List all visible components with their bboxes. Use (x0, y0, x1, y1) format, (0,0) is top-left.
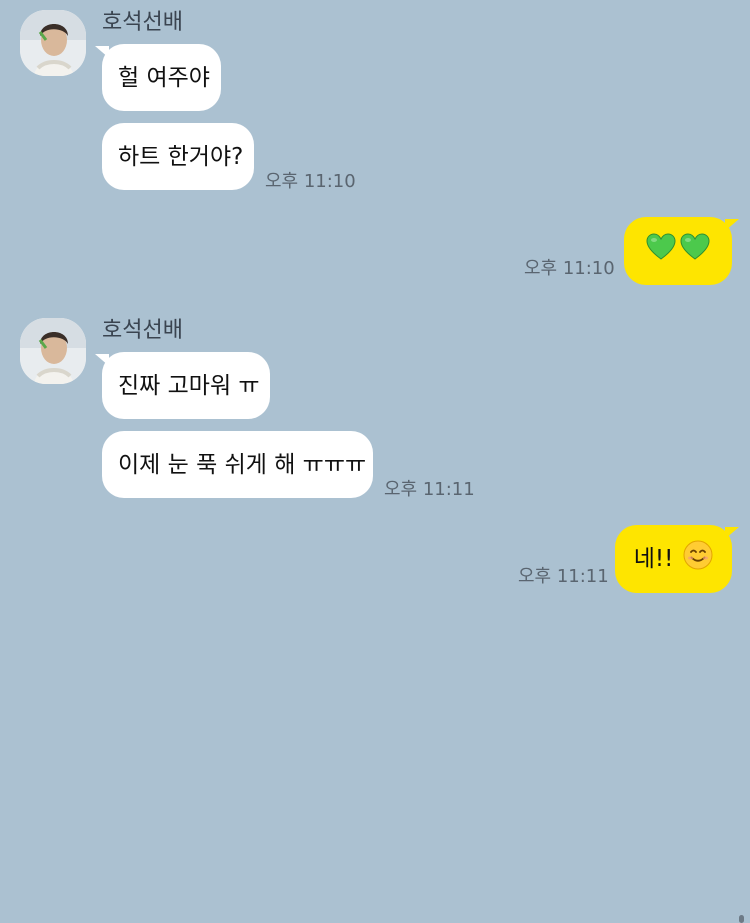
message-text: 하트 한거야? (118, 143, 244, 170)
message-timestamp: 오후 11:11 (518, 566, 609, 587)
scrollbar-thumb[interactable] (739, 915, 744, 923)
green-heart-icon (680, 233, 710, 269)
avatar[interactable] (20, 10, 86, 76)
message-timestamp: 오후 11:10 (524, 258, 615, 279)
avatar[interactable] (20, 318, 86, 384)
message-bubble[interactable]: 이제 눈 푹 쉬게 해 ㅠㅠㅠ (102, 431, 373, 498)
message-timestamp: 오후 11:10 (265, 171, 356, 192)
green-heart-icon (646, 233, 676, 269)
message-timestamp: 오후 11:11 (384, 479, 475, 500)
message-bubble[interactable]: 헐 여주야 (95, 44, 221, 111)
message-text: 이제 눈 푹 쉬게 해 ㅠㅠㅠ (118, 451, 367, 478)
message-bubble[interactable]: 네!! (615, 525, 739, 593)
smiling-face-icon (683, 540, 713, 578)
message-text: 헐 여주야 (118, 64, 210, 91)
message-text: 진짜 고마워 ㅠ (118, 372, 260, 399)
message-bubble[interactable]: 진짜 고마워 ㅠ (95, 352, 270, 419)
message-bubble[interactable] (624, 217, 739, 285)
message-text: 네!! (633, 546, 674, 572)
sender-name: 호석선배 (102, 10, 183, 35)
message-bubble[interactable]: 하트 한거야? (102, 123, 254, 190)
sender-name: 호석선배 (102, 318, 183, 343)
